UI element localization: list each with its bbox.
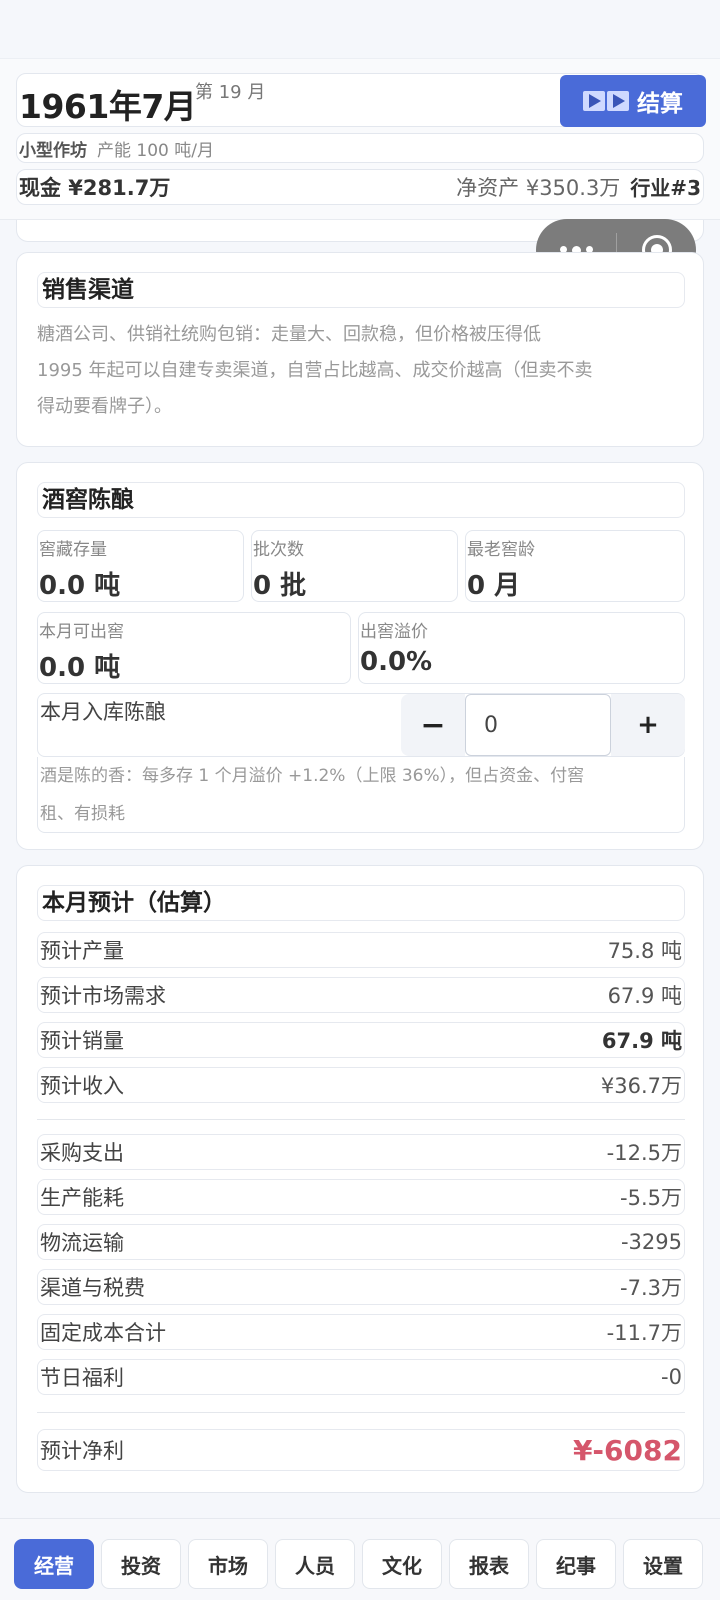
- increment-button[interactable]: +: [611, 694, 685, 756]
- forecast-title: 本月预计（估算）: [37, 885, 685, 921]
- row-label: 预计销量: [40, 1029, 124, 1053]
- stat-label: 窖藏存量: [39, 540, 107, 560]
- capacity-text: 产能 100 吨/月: [97, 141, 214, 161]
- settle-button[interactable]: 结算: [560, 75, 706, 127]
- workshop-row: 小型作坊 产能 100 吨/月: [16, 133, 704, 163]
- row-label: 预计收入: [40, 1074, 124, 1098]
- row-value: 75.8 吨: [607, 939, 682, 963]
- tab-settings[interactable]: 设置: [623, 1539, 703, 1589]
- finance-row: 现金 ¥281.7万 净资产 ¥350.3万 行业#3: [16, 169, 704, 205]
- forecast-row: 预计销量 67.9 吨: [37, 1022, 685, 1058]
- forecast-row: 预计市场需求 67.9 吨: [37, 977, 685, 1013]
- divider: [37, 1412, 685, 1413]
- forecast-row: 预计收入 ¥36.7万: [37, 1067, 685, 1103]
- aging-note-line-2: 租、有损耗: [40, 804, 125, 824]
- forecast-row: 预计产量 75.8 吨: [37, 932, 685, 968]
- row-label: 固定成本合计: [40, 1321, 166, 1345]
- stat-label: 本月可出窖: [39, 622, 124, 642]
- row-value: -11.7万: [606, 1321, 682, 1345]
- industry-rank: 行业#3: [630, 176, 701, 200]
- row-label: 预计市场需求: [40, 984, 166, 1008]
- row-value: -12.5万: [606, 1141, 682, 1165]
- month-index: 第 19 月: [195, 82, 266, 103]
- sales-channel-card: 销售渠道 糖酒公司、供销社统购包销：走量大、回款稳，但价格被压得低 1995 年…: [16, 252, 704, 447]
- sales-line-3: 得动要看牌子）。: [37, 396, 172, 417]
- cash-value: 现金 ¥281.7万: [19, 176, 171, 200]
- net-profit-row: 预计净利 ¥-6082: [37, 1429, 685, 1471]
- stat-label: 批次数: [253, 540, 304, 560]
- aging-stepper-row: 本月入库陈酿 − +: [37, 693, 685, 757]
- sales-line-2: 1995 年起可以自建专卖渠道，自营占比越高、成交价越高（但卖不卖: [37, 360, 593, 381]
- row-value: -7.3万: [620, 1276, 682, 1300]
- stat-value: 0.0 吨: [39, 571, 121, 601]
- tab-chronicle[interactable]: 纪事: [536, 1539, 616, 1589]
- forecast-card: 本月预计（估算） 预计产量 75.8 吨 预计市场需求 67.9 吨 预计销量 …: [16, 865, 704, 1493]
- row-value: -0: [661, 1365, 682, 1389]
- cost-row: 物流运输 -3295: [37, 1224, 685, 1260]
- stat-value: 0 月: [467, 571, 521, 601]
- net-profit-value: ¥-6082: [572, 1433, 682, 1467]
- bottom-tab-bar: 经营 投资 市场 人员 文化 报表 纪事 设置: [0, 1518, 720, 1600]
- row-label: 物流运输: [40, 1231, 124, 1255]
- cost-row: 固定成本合计 -11.7万: [37, 1314, 685, 1350]
- tab-market[interactable]: 市场: [188, 1539, 268, 1589]
- row-label: 节日福利: [40, 1366, 124, 1390]
- tab-investment[interactable]: 投资: [101, 1539, 181, 1589]
- cost-row: 采购支出 -12.5万: [37, 1134, 685, 1170]
- row-value: -5.5万: [620, 1186, 682, 1210]
- tab-staff[interactable]: 人员: [275, 1539, 355, 1589]
- cellar-card: 酒窖陈酿 窖藏存量 0.0 吨 批次数 0 批 最老窖龄 0 月 本月可出窖 0…: [16, 462, 704, 850]
- workshop-type: 小型作坊: [19, 141, 87, 161]
- stat-label: 出窖溢价: [360, 622, 428, 642]
- top-header: 1961年7月 第 19 月 结算 小型作坊 产能 100 吨/月 现金 ¥281…: [0, 58, 720, 220]
- sales-line-1: 糖酒公司、供销社统购包销：走量大、回款稳，但价格被压得低: [37, 324, 541, 345]
- stat-stock: 窖藏存量 0.0 吨: [37, 530, 244, 602]
- decrement-button[interactable]: −: [401, 694, 465, 756]
- sales-channel-title: 销售渠道: [37, 272, 685, 308]
- fast-forward-icon: [583, 91, 629, 111]
- cellar-title: 酒窖陈酿: [37, 482, 685, 518]
- stat-value: 0.0%: [360, 647, 433, 677]
- stat-value: 0.0 吨: [39, 653, 121, 683]
- row-value: ¥36.7万: [600, 1074, 682, 1098]
- aging-note-line-1: 酒是陈的香：每多存 1 个月溢价 +1.2%（上限 36%），但占资金、付窖: [40, 766, 585, 786]
- stat-oldest-age: 最老窖龄 0 月: [465, 530, 685, 602]
- divider: [37, 1119, 685, 1120]
- cost-row: 节日福利 -0: [37, 1359, 685, 1395]
- tab-operations[interactable]: 经营: [14, 1539, 94, 1589]
- page-title: 1961年7月: [19, 87, 197, 126]
- row-value: 67.9 吨: [601, 1029, 682, 1053]
- tab-culture[interactable]: 文化: [362, 1539, 442, 1589]
- stat-batches: 批次数 0 批: [251, 530, 458, 602]
- row-label: 渠道与税费: [40, 1276, 145, 1300]
- aging-quantity-input[interactable]: [465, 694, 611, 756]
- row-label: 生产能耗: [40, 1186, 124, 1210]
- cost-row: 渠道与税费 -7.3万: [37, 1269, 685, 1305]
- stat-label: 最老窖龄: [467, 540, 535, 560]
- settle-label: 结算: [637, 91, 683, 117]
- row-value: 67.9 吨: [607, 984, 682, 1008]
- row-label: 采购支出: [40, 1141, 124, 1165]
- aging-stepper-label: 本月入库陈酿: [40, 700, 166, 724]
- net-assets-value: 净资产 ¥350.3万: [456, 176, 621, 200]
- row-label: 预计产量: [40, 939, 124, 963]
- row-value: -3295: [620, 1230, 682, 1254]
- cost-row: 生产能耗 -5.5万: [37, 1179, 685, 1215]
- tab-reports[interactable]: 报表: [449, 1539, 529, 1589]
- aging-note: 酒是陈的香：每多存 1 个月溢价 +1.2%（上限 36%），但占资金、付窖 租…: [37, 757, 685, 833]
- stat-premium: 出窖溢价 0.0%: [358, 612, 685, 684]
- stat-value: 0 批: [253, 571, 307, 601]
- net-profit-label: 预计净利: [40, 1439, 124, 1463]
- stat-releasable: 本月可出窖 0.0 吨: [37, 612, 351, 684]
